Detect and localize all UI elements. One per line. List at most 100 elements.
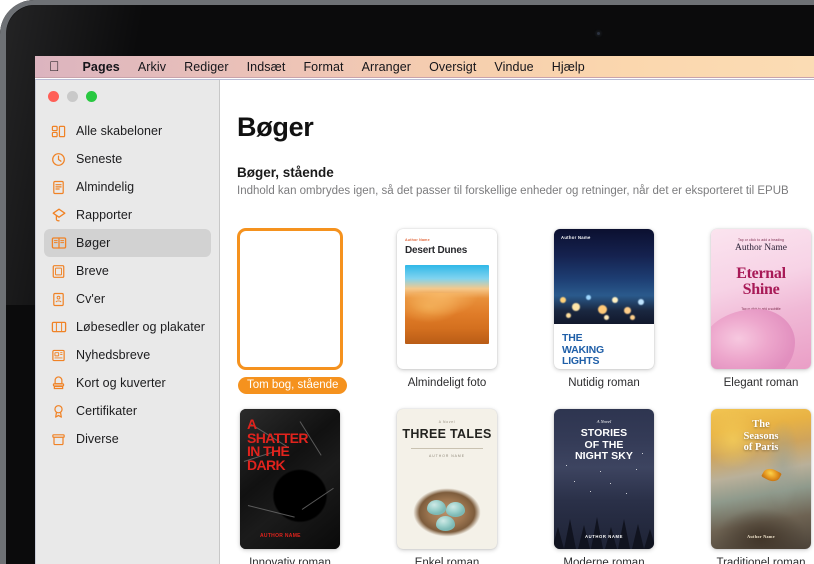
all-templates-icon: [50, 123, 67, 140]
menu-item-rediger[interactable]: Rediger: [175, 60, 237, 74]
flyer-icon: [50, 319, 67, 336]
resume-icon: [50, 291, 67, 308]
desert-photo: [405, 265, 489, 344]
sidebar-item-nyhedsbreve[interactable]: Nyhedsbreve: [44, 341, 211, 369]
menu-item-oversigt[interactable]: Oversigt: [420, 60, 485, 74]
sidebar-item-almindelig[interactable]: Almindelig: [44, 173, 211, 201]
book-open-icon: [50, 235, 67, 252]
section-description: Indhold kan ombrydes igen, så det passer…: [237, 185, 789, 197]
card-envelope-icon: [50, 375, 67, 392]
template-label: Almindeligt foto: [407, 377, 487, 389]
apple-logo-icon[interactable]: : [49, 59, 60, 73]
sidebar-item-breve[interactable]: Breve: [44, 257, 211, 285]
sidebar-item-rapporter[interactable]: Rapporter: [44, 201, 211, 229]
sidebar-item-boger[interactable]: Bøger: [44, 229, 211, 257]
cover-author: Author Name: [735, 243, 787, 253]
cover-author: Author Name: [405, 238, 430, 242]
sidebar: Alle skabeloner Seneste Almindelig Rappo…: [36, 80, 220, 564]
template-thumbnail[interactable]: The Seasons of Paris Author Name: [708, 408, 814, 550]
menu-item-arkiv[interactable]: Arkiv: [129, 60, 175, 74]
sidebar-item-alle-skabeloner[interactable]: Alle skabeloner: [44, 117, 211, 145]
window-controls: [36, 80, 219, 102]
menu-item-vindue[interactable]: Vindue: [485, 60, 542, 74]
three-tales-cover: A Novel THREE TALES AUTHOR NAME: [397, 409, 497, 549]
cover-title: Desert Dunes: [405, 245, 468, 256]
sidebar-item-label: Cv'er: [76, 292, 106, 306]
template-thumbnail[interactable]: [237, 228, 343, 370]
template-label-row: Tom bog, stående: [237, 370, 348, 394]
pages-template-chooser-window: Alle skabeloner Seneste Almindelig Rappo…: [35, 79, 814, 564]
template-thumbnail[interactable]: A Novel STORIES OF THE NIGHT SKY AUTHOR …: [551, 408, 657, 550]
cover-title-line1: THE: [562, 332, 583, 344]
template-thumbnail[interactable]: Author Name Desert Dunes: [394, 228, 500, 370]
template-tile-almindeligt-foto[interactable]: Author Name Desert Dunes Almindeligt fot…: [394, 228, 500, 394]
screen:  Pages Arkiv Rediger Indsæt Format Arra…: [35, 56, 814, 564]
blank-book-cover: [237, 228, 343, 370]
template-grid: Tom bog, stående Author Name Desert Dune…: [237, 228, 814, 564]
stories-of-the-night-sky-cover: A Novel STORIES OF THE NIGHT SKY AUTHOR …: [554, 409, 654, 549]
menu-item-format[interactable]: Format: [294, 60, 352, 74]
sidebar-item-label: Seneste: [76, 152, 123, 166]
template-tile-elegant-roman[interactable]: Tap or click to add a heading Author Nam…: [708, 228, 814, 394]
misc-icon: [50, 431, 67, 448]
sidebar-item-kort-og-kuverter[interactable]: Kort og kuverter: [44, 369, 211, 397]
sidebar-item-label: Løbesedler og plakater: [76, 320, 205, 334]
cover-author: Author Name: [747, 534, 775, 539]
cover-author: Author Name: [561, 235, 591, 240]
cover-eyebrow: A Novel: [438, 420, 456, 424]
laptop-bezel:  Pages Arkiv Rediger Indsæt Format Arra…: [0, 0, 814, 564]
cover-title-line3: LIGHTS: [562, 355, 600, 367]
cover-eyebrow: A Novel: [596, 419, 612, 424]
template-tile-traditionel-roman[interactable]: The Seasons of Paris Author Name Traditi…: [708, 408, 814, 564]
template-tile-nutidig-roman[interactable]: Author Name THE WAKING LIGHTS Nutidig ro…: [551, 228, 657, 394]
eternal-shine-cover: Tap or click to add a heading Author Nam…: [711, 229, 811, 369]
template-label: Enkel roman: [414, 557, 480, 564]
page-title: Bøger: [237, 112, 314, 142]
shatter-in-the-dark-cover: A SHATTER IN THE DARK AUTHOR NAME: [240, 409, 340, 549]
sidebar-item-label: Almindelig: [76, 180, 135, 194]
minimize-button[interactable]: [67, 91, 78, 102]
template-gallery: Bøger Bøger, stående Indhold kan ombryde…: [221, 80, 814, 564]
divider: [411, 448, 483, 449]
sidebar-item-label: Diverse: [76, 432, 119, 446]
template-thumbnail[interactable]: Tap or click to add a heading Author Nam…: [708, 228, 814, 370]
template-label-selected: Tom bog, stående: [238, 377, 348, 394]
cover-titles: THE WAKING LIGHTS: [554, 324, 654, 368]
cover-title-line1: Eternal: [736, 265, 786, 282]
sidebar-item-lobesedler-og-plakater[interactable]: Løbesedler og plakater: [44, 313, 211, 341]
template-thumbnail[interactable]: A Novel THREE TALES AUTHOR NAME: [394, 408, 500, 550]
menu-bar:  Pages Arkiv Rediger Indsæt Format Arra…: [35, 56, 814, 78]
template-label: Innovativ roman: [249, 557, 331, 564]
menu-item-pages[interactable]: Pages: [74, 60, 129, 74]
sidebar-item-cver[interactable]: Cv'er: [44, 285, 211, 313]
sidebar-item-label: Alle skabeloner: [76, 124, 163, 138]
zoom-button[interactable]: [86, 91, 97, 102]
petal-photo: [711, 309, 795, 369]
template-label: Elegant roman: [723, 377, 799, 389]
menu-item-indsaet[interactable]: Indsæt: [238, 60, 295, 74]
menu-item-arranger[interactable]: Arranger: [353, 60, 420, 74]
sidebar-item-diverse[interactable]: Diverse: [44, 425, 211, 453]
cover-title-line3: NIGHT SKY: [574, 450, 634, 462]
sidebar-item-label: Nyhedsbreve: [76, 348, 151, 362]
cover-heading-hint: Tap or click to add a heading: [737, 238, 785, 242]
template-tile-moderne-roman[interactable]: A Novel STORIES OF THE NIGHT SKY AUTHOR …: [551, 408, 657, 564]
template-thumbnail[interactable]: Author Name THE WAKING LIGHTS: [551, 228, 657, 370]
seasons-of-paris-cover: The Seasons of Paris Author Name: [711, 409, 811, 549]
cover-title-line2: Shine: [742, 281, 780, 298]
forest-silhouette: [554, 507, 654, 549]
template-tile-enkel-roman[interactable]: A Novel THREE TALES AUTHOR NAME Enkel ro…: [394, 408, 500, 564]
sidebar-item-seneste[interactable]: Seneste: [44, 145, 211, 173]
section-title: Bøger, stående: [237, 165, 334, 180]
cover-author: AUTHOR NAME: [584, 534, 623, 539]
menu-item-hjaelp[interactable]: Hjælp: [543, 60, 594, 74]
document-icon: [50, 179, 67, 196]
sidebar-item-label: Rapporter: [76, 208, 133, 222]
template-tile-innovativ-roman[interactable]: A SHATTER IN THE DARK AUTHOR NAME Innova…: [237, 408, 343, 564]
template-thumbnail[interactable]: A SHATTER IN THE DARK AUTHOR NAME: [237, 408, 343, 550]
cover-author: AUTHOR NAME: [260, 533, 301, 539]
close-button[interactable]: [48, 91, 59, 102]
template-tile-tom-bog-staaende[interactable]: Tom bog, stående: [237, 228, 348, 394]
sidebar-item-label: Kort og kuverter: [76, 376, 166, 390]
sidebar-item-certifikater[interactable]: Certifikater: [44, 397, 211, 425]
